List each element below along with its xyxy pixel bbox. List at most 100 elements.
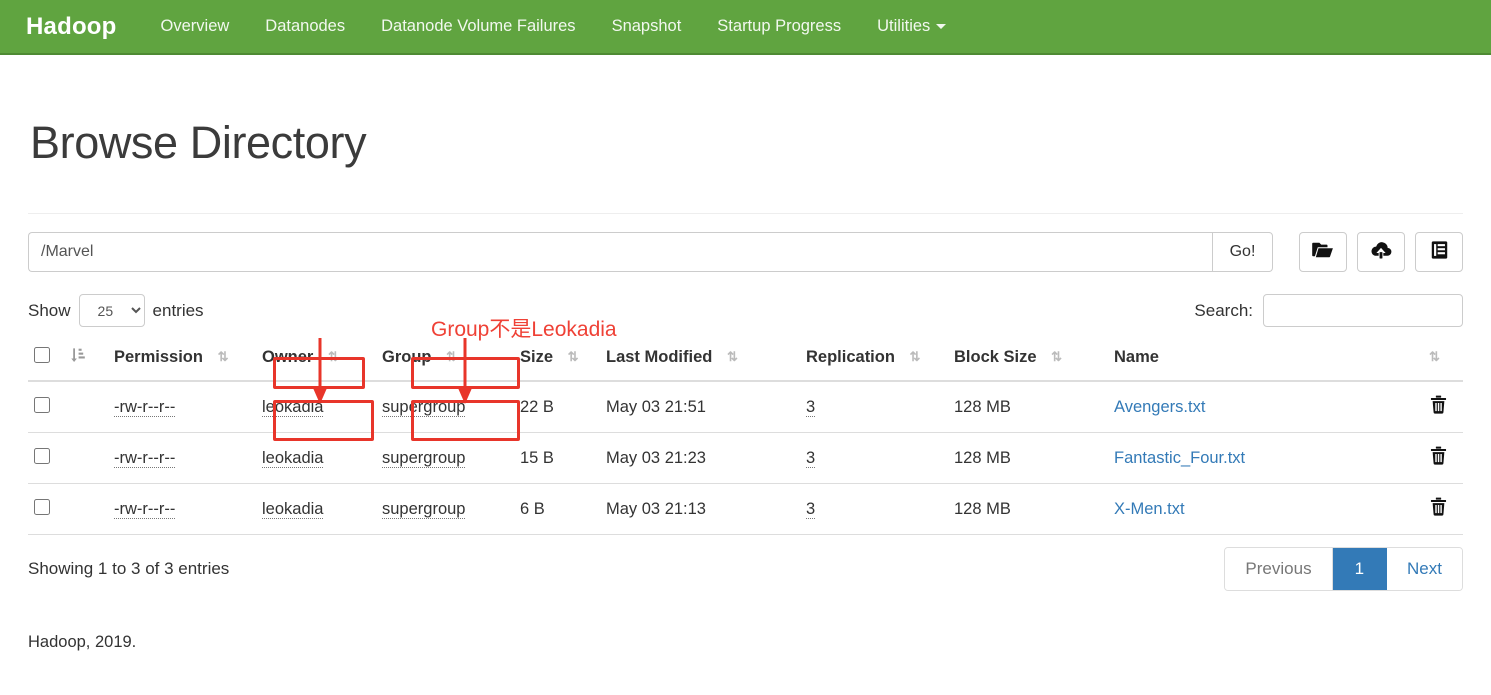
nav-link-utilities-label: Utilities [877,17,931,35]
table-row[interactable]: -rw-r--r-- leokadia supergroup 22 B May … [28,381,1463,433]
cell-block-size: 128 MB [948,432,1108,484]
nav-link-snapshot[interactable]: Snapshot [612,17,682,36]
go-button[interactable]: Go! [1212,232,1273,272]
sort-icon-last-modified: ⇅ [726,349,738,364]
search-control: Search: [1194,294,1463,327]
file-link[interactable]: Avengers.txt [1114,398,1205,416]
cell-block-size: 128 MB [948,381,1108,433]
th-actions[interactable]: ⇅ [1413,337,1463,382]
pagination: Previous 1 Next [1224,547,1463,591]
datatable-footer: Showing 1 to 3 of 3 entries Previous 1 N… [28,547,1463,591]
entries-length-prefix: Show [28,300,71,320]
entries-length-control: Show 25 50 100 entries [28,294,204,327]
permission-value[interactable]: -rw-r--r-- [114,397,176,417]
row-checkbox[interactable] [34,447,50,464]
path-bar: Go! [28,232,1463,272]
th-size[interactable]: Size ⇅ [514,337,600,382]
owner-value[interactable]: leokadia [262,499,324,519]
nav-link-datanode-volume-failures[interactable]: Datanode Volume Failures [381,17,575,36]
cell-last-modified: May 03 21:51 [600,381,800,433]
cut-paste-button[interactable] [1415,232,1463,272]
cell-actions [1413,432,1463,484]
th-replication[interactable]: Replication ⇅ [800,337,948,382]
delete-file-button[interactable] [1430,497,1447,518]
cell-replication: 3 [800,381,948,433]
select-all-checkbox[interactable] [34,347,50,363]
th-select-all[interactable] [28,337,64,382]
table-row[interactable]: -rw-r--r-- leokadia supergroup 6 B May 0… [28,483,1463,535]
row-checkbox[interactable] [34,498,50,515]
row-checkbox[interactable] [34,396,50,413]
th-owner[interactable]: Owner ⇅ [256,337,376,382]
trash-icon [1430,395,1447,417]
replication-value[interactable]: 3 [806,397,816,417]
replication-value[interactable]: 3 [806,448,816,468]
upload-files-button[interactable] [1357,232,1405,272]
files-table-header-row: Permission ⇅ Owner ⇅ Group ⇅ Size ⇅ Last… [28,337,1463,382]
group-value[interactable]: supergroup [382,397,466,417]
delete-file-button[interactable] [1430,446,1447,467]
cell-permission: -rw-r--r-- [108,381,256,433]
th-block-size-label: Block Size [954,348,1037,366]
row-select-cell[interactable] [28,432,64,484]
entries-length-select[interactable]: 25 50 100 [78,294,145,327]
row-spacer-cell [64,483,108,535]
group-value[interactable]: supergroup [382,448,466,468]
th-name[interactable]: Name [1108,337,1413,382]
th-sort-amount[interactable] [64,337,108,382]
sort-icon-replication: ⇅ [909,349,921,364]
pagination-previous[interactable]: Previous [1225,548,1333,590]
owner-value[interactable]: leokadia [262,397,324,417]
th-block-size[interactable]: Block Size ⇅ [948,337,1108,382]
th-last-modified[interactable]: Last Modified ⇅ [600,337,800,382]
brand-hadoop[interactable]: Hadoop [26,13,117,41]
nav-link-overview[interactable]: Overview [161,17,230,36]
permission-value[interactable]: -rw-r--r-- [114,448,176,468]
cloud-upload-icon [1370,241,1392,264]
th-owner-label: Owner [262,348,314,366]
cell-name: X-Men.txt [1108,483,1413,535]
row-select-cell[interactable] [28,381,64,433]
files-table: Permission ⇅ Owner ⇅ Group ⇅ Size ⇅ Last… [28,337,1463,535]
pagination-page-1[interactable]: 1 [1332,548,1388,590]
th-permission[interactable]: Permission ⇅ [108,337,256,382]
th-group[interactable]: Group ⇅ [376,337,514,382]
cell-permission: -rw-r--r-- [108,432,256,484]
owner-value[interactable]: leokadia [262,448,324,468]
file-link[interactable]: Fantastic_Four.txt [1114,449,1245,467]
nav-link-utilities[interactable]: Utilities [877,17,947,36]
cell-group: supergroup [376,432,514,484]
sort-icon-owner: ⇅ [327,349,339,364]
clipboard-list-icon [1430,240,1449,265]
row-select-cell[interactable] [28,483,64,535]
create-directory-button[interactable] [1299,232,1347,272]
cell-last-modified: May 03 21:23 [600,432,800,484]
cell-group: supergroup [376,381,514,433]
cell-owner: leokadia [256,381,376,433]
path-input[interactable] [28,232,1212,272]
nav-link-datanodes[interactable]: Datanodes [265,17,345,36]
sort-icon-block-size: ⇅ [1051,349,1062,364]
pagination-next[interactable]: Next [1387,548,1462,590]
title-divider [28,213,1463,214]
delete-file-button[interactable] [1430,395,1447,416]
cell-group: supergroup [376,483,514,535]
permission-value[interactable]: -rw-r--r-- [114,499,176,519]
group-value[interactable]: supergroup [382,499,466,519]
top-navbar: Hadoop Overview Datanodes Datanode Volum… [0,0,1491,55]
cell-actions [1413,483,1463,535]
search-input[interactable] [1263,294,1463,327]
files-table-body: -rw-r--r-- leokadia supergroup 22 B May … [28,381,1463,535]
replication-value[interactable]: 3 [806,499,816,519]
sort-icon-size: ⇅ [567,349,579,364]
cell-permission: -rw-r--r-- [108,483,256,535]
nav-link-startup-progress[interactable]: Startup Progress [717,17,841,36]
search-label: Search: [1194,300,1253,320]
file-link[interactable]: X-Men.txt [1114,500,1185,518]
th-name-label: Name [1114,348,1159,366]
sort-amount-down-icon [70,348,86,367]
path-toolbar [1299,232,1463,272]
cell-last-modified: May 03 21:13 [600,483,800,535]
cell-name: Avengers.txt [1108,381,1413,433]
table-row[interactable]: -rw-r--r-- leokadia supergroup 15 B May … [28,432,1463,484]
